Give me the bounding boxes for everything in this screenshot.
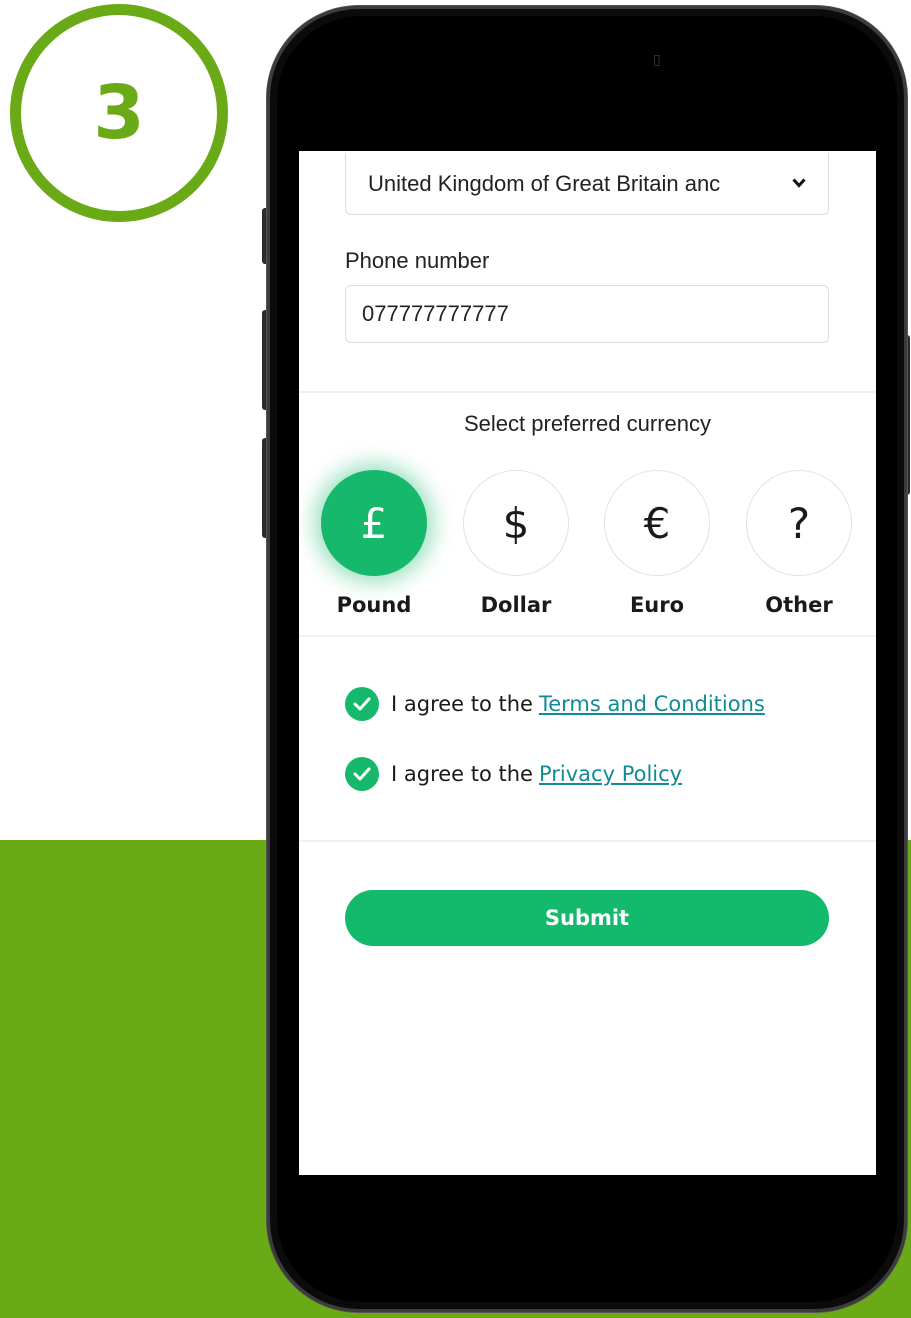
currency-label-pound: Pound bbox=[336, 593, 412, 617]
step-number-badge: 3 bbox=[10, 4, 228, 222]
country-select-value: United Kingdom of Great Britain anc bbox=[368, 170, 721, 196]
currency-option-euro[interactable]: € bbox=[604, 470, 710, 576]
dollar-icon: $ bbox=[502, 498, 530, 548]
phone-number-input[interactable]: 077777777777 bbox=[345, 285, 829, 343]
section-divider bbox=[299, 391, 876, 393]
phone-screen: United Kingdom of Great Britain anc Phon… bbox=[299, 151, 876, 1175]
step-number: 3 bbox=[93, 70, 145, 156]
pound-icon: £ bbox=[360, 498, 388, 548]
phone-number-value: 077777777777 bbox=[362, 301, 509, 326]
checkmark-icon bbox=[353, 697, 371, 711]
terms-checkbox[interactable] bbox=[345, 687, 379, 721]
country-select[interactable]: United Kingdom of Great Britain anc bbox=[345, 153, 829, 215]
currency-option-other[interactable]: ? bbox=[746, 470, 852, 576]
phone-number-label: Phone number bbox=[345, 248, 490, 273]
section-divider bbox=[299, 840, 876, 842]
currency-option-dollar[interactable]: $ bbox=[463, 470, 569, 576]
question-icon: ? bbox=[787, 498, 811, 548]
currency-option-pound[interactable]: £ bbox=[321, 470, 427, 576]
front-camera-icon: ▯ bbox=[653, 52, 661, 68]
privacy-prefix: I agree to the bbox=[391, 762, 533, 786]
privacy-agreement: I agree to the Privacy Policy bbox=[345, 757, 682, 791]
terms-agreement: I agree to the Terms and Conditions bbox=[345, 687, 765, 721]
currency-label-euro: Euro bbox=[629, 593, 685, 617]
euro-icon: € bbox=[643, 498, 671, 548]
currency-label-dollar: Dollar bbox=[480, 593, 552, 617]
privacy-link[interactable]: Privacy Policy bbox=[539, 762, 682, 786]
currency-section-title: Select preferred currency bbox=[464, 411, 711, 436]
section-divider bbox=[299, 635, 876, 637]
checkmark-icon bbox=[353, 767, 371, 781]
terms-link[interactable]: Terms and Conditions bbox=[539, 692, 765, 716]
privacy-checkbox[interactable] bbox=[345, 757, 379, 791]
terms-prefix: I agree to the bbox=[391, 692, 533, 716]
currency-label-other: Other bbox=[765, 593, 833, 617]
chevron-down-icon bbox=[792, 175, 806, 193]
submit-button[interactable]: Submit bbox=[345, 890, 829, 946]
